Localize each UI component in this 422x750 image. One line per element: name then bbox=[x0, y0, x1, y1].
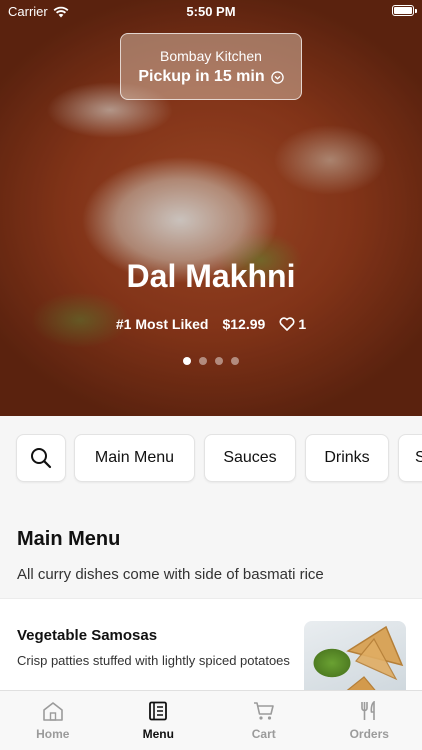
status-bar: Carrier 5:50 PM bbox=[0, 0, 422, 24]
tab-label: Cart bbox=[251, 727, 276, 741]
heart-icon bbox=[279, 317, 295, 331]
item-name: Vegetable Samosas bbox=[17, 627, 158, 644]
cart-icon bbox=[253, 702, 274, 720]
category-partial[interactable]: S bbox=[398, 434, 422, 482]
clock: 5:50 PM bbox=[186, 4, 236, 19]
search-button[interactable] bbox=[16, 434, 66, 482]
tab-cart[interactable]: Cart bbox=[211, 691, 317, 750]
item-description: Crisp patties stuffed with lightly spice… bbox=[17, 653, 290, 668]
dish-title: Dal Makhni bbox=[126, 258, 296, 294]
carousel-dots bbox=[0, 357, 422, 365]
category-bar[interactable]: Main Menu Sauces Drinks S bbox=[0, 416, 422, 500]
popularity-badge: #1 Most Liked bbox=[115, 316, 209, 332]
store-name: Bombay Kitchen bbox=[160, 48, 262, 64]
store-selector[interactable]: Bombay Kitchen Pickup in 15 min bbox=[120, 33, 302, 100]
section-header: Main Menu bbox=[17, 528, 120, 551]
samosa-image bbox=[346, 625, 404, 690]
home-icon bbox=[42, 702, 63, 721]
pickup-time: Pickup in 15 min bbox=[121, 68, 301, 86]
dish-price: $12.99 bbox=[222, 316, 266, 332]
tab-label: Menu bbox=[142, 727, 174, 741]
carousel-dot[interactable] bbox=[183, 357, 191, 365]
utensils-icon bbox=[361, 701, 376, 720]
section-title: Main Menu bbox=[17, 528, 121, 550]
category-main-menu[interactable]: Main Menu bbox=[74, 434, 195, 482]
carousel-dot[interactable] bbox=[231, 357, 239, 365]
search-icon bbox=[31, 448, 52, 469]
tab-label: Home bbox=[36, 727, 70, 741]
menu-item-card[interactable]: Vegetable Samosas Crisp patties stuffed … bbox=[0, 598, 422, 690]
tab-menu[interactable]: Menu bbox=[106, 691, 212, 750]
category-drinks[interactable]: Drinks bbox=[305, 434, 389, 482]
battery-icon bbox=[392, 5, 417, 16]
like-count: 1 bbox=[298, 316, 307, 332]
carousel-dot[interactable] bbox=[215, 357, 223, 365]
tab-orders[interactable]: Orders bbox=[317, 691, 422, 750]
section-subtitle: All curry dishes come with side of basma… bbox=[17, 566, 324, 583]
tab-bar: Home Menu Cart Orders bbox=[0, 690, 422, 750]
item-photo[interactable] bbox=[304, 621, 406, 690]
tab-label: Orders bbox=[349, 727, 389, 741]
menu-icon bbox=[149, 701, 168, 721]
chevron-down-circle-icon bbox=[270, 70, 284, 84]
like-button[interactable]: 1 bbox=[279, 316, 306, 332]
pickup-label: Pickup in 15 min bbox=[138, 68, 265, 85]
carousel-dot[interactable] bbox=[199, 357, 207, 365]
tab-home[interactable]: Home bbox=[0, 691, 106, 750]
dish-meta: #1 Most Liked $12.99 1 bbox=[0, 316, 422, 332]
category-sauces[interactable]: Sauces bbox=[204, 434, 296, 482]
